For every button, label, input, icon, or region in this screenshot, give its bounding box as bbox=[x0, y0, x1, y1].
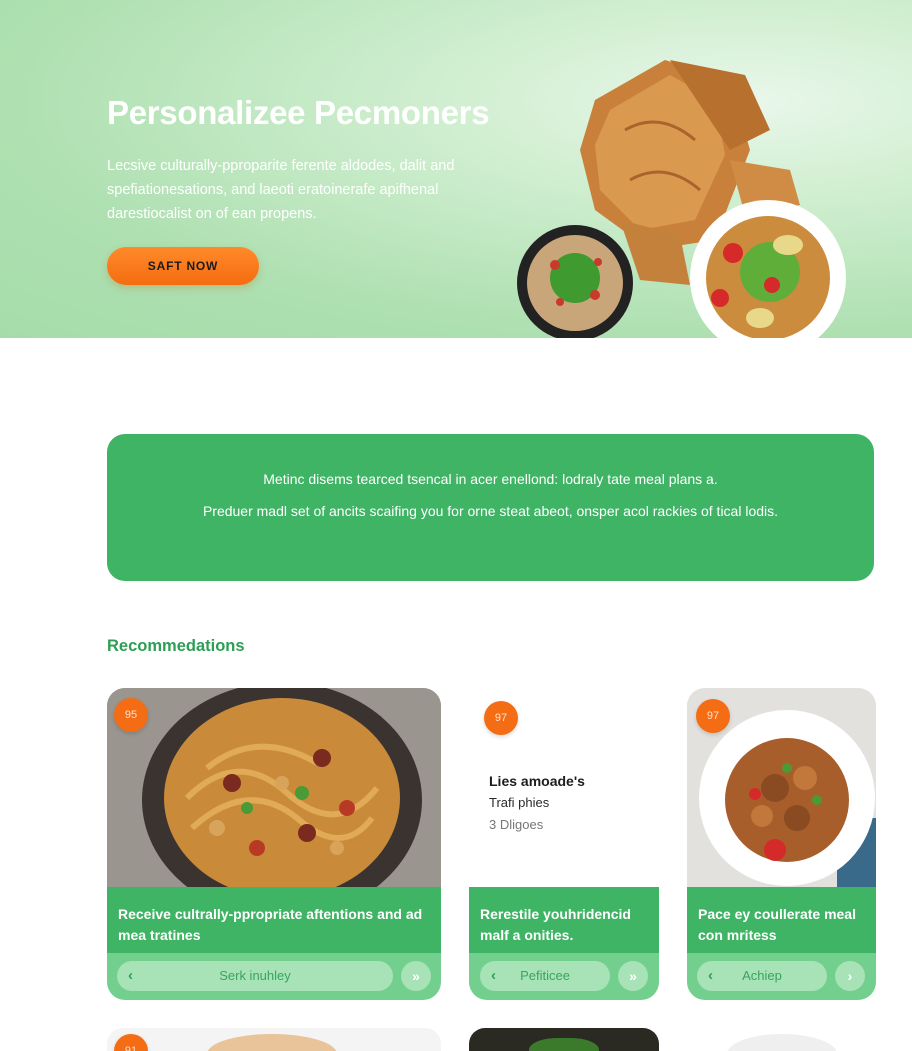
card-footer: ‹ Serk inuhley » bbox=[107, 953, 441, 1000]
recommendation-card[interactable]: 97 Pace ey coullerate meal con mritess ‹… bbox=[687, 688, 876, 1000]
card-action-label: Serk inuhley bbox=[219, 968, 291, 983]
dish-image-peek bbox=[727, 1034, 837, 1051]
card-footer: ‹ Achiep › bbox=[687, 953, 876, 1000]
card-footer: ‹ Pefiticee » bbox=[469, 953, 659, 1000]
card-image bbox=[107, 688, 441, 888]
banner-line-1: Metinc disems tearced tsencal in acer en… bbox=[263, 471, 718, 487]
pasta-dish-image bbox=[107, 688, 441, 888]
start-now-button[interactable]: SAFT NOW bbox=[107, 247, 259, 285]
grain-bowl-illustration bbox=[517, 225, 633, 338]
hero-food-image bbox=[517, 60, 846, 338]
recommendation-card[interactable]: Lies amoade's Trafi phies 3 Dligoes 97 R… bbox=[469, 688, 659, 1000]
recommendation-card[interactable]: 95 Receive cultrally-ppropriate aftentio… bbox=[107, 688, 441, 1000]
card-title: Lies amoade's bbox=[489, 773, 585, 789]
card-meta: 3 Dligoes bbox=[489, 817, 544, 832]
hero-title: Personalizee Pecmoners bbox=[107, 94, 490, 131]
chevron-right-icon[interactable]: › bbox=[835, 961, 865, 991]
card-subtitle: Trafi phies bbox=[489, 795, 550, 810]
card-action-label: Achiep bbox=[742, 968, 782, 983]
recommendations-title: Recommedations bbox=[107, 637, 245, 655]
next-row-card-peek bbox=[469, 1028, 659, 1051]
dish-image-peek bbox=[207, 1034, 337, 1051]
card-caption: Rerestile youhridencid malf a onities. bbox=[469, 887, 659, 953]
rating-badge: 97 bbox=[484, 701, 518, 735]
next-row-card-peek bbox=[687, 1028, 876, 1051]
card-action-pill[interactable]: ‹ Achiep bbox=[697, 961, 827, 991]
hero-description: Lecsive culturally-pproparite ferente al… bbox=[107, 158, 455, 222]
card-caption: Pace ey coullerate meal con mritess bbox=[687, 887, 876, 953]
info-banner: Metinc disems tearced tsencal in acer en… bbox=[107, 434, 874, 581]
next-icon[interactable]: » bbox=[618, 961, 648, 991]
rating-badge: 91 bbox=[114, 1034, 148, 1051]
banner-line-2: Preduer madl set of ancits scaifing you … bbox=[202, 503, 779, 519]
card-action-label: Pefiticee bbox=[520, 968, 570, 983]
next-icon[interactable]: » bbox=[401, 961, 431, 991]
card-action-pill[interactable]: ‹ Pefiticee bbox=[480, 961, 610, 991]
card-action-pill[interactable]: ‹ Serk inuhley bbox=[117, 961, 393, 991]
rating-badge: 95 bbox=[114, 698, 148, 732]
rating-badge: 97 bbox=[696, 699, 730, 733]
next-row-card-peek: 91 bbox=[107, 1028, 441, 1051]
card-caption: Receive cultrally-ppropriate aftentions … bbox=[107, 887, 441, 953]
hero-section: Personalizee Pecmoners Lecsive culturall… bbox=[0, 0, 912, 338]
dish-image-peek bbox=[529, 1038, 599, 1051]
